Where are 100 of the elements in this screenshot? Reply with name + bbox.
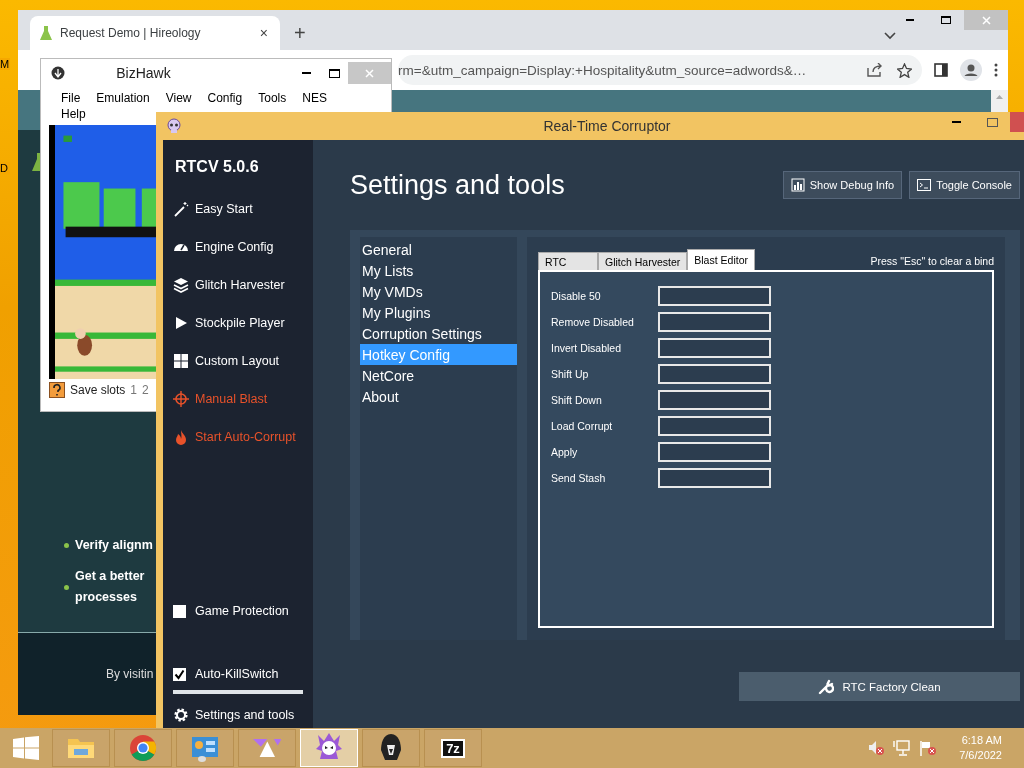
share-icon[interactable] — [867, 63, 883, 77]
minimize-icon — [906, 18, 914, 22]
desktop-icon-label[interactable]: M — [0, 58, 10, 70]
sidebar-item[interactable]: Engine Config — [173, 228, 313, 266]
sidebar-item[interactable]: Glitch Harvester — [173, 266, 313, 304]
menu-item[interactable]: NES — [302, 91, 327, 105]
app-logo-text: 7z — [441, 738, 465, 758]
chart-icon — [790, 178, 805, 192]
layers-icon — [173, 277, 189, 293]
hotkey-label: Send Stash — [551, 472, 607, 484]
app-version: RTCV 5.0.6 — [174, 158, 260, 176]
window-title: Real-Time Corruptor — [542, 118, 672, 134]
input-field[interactable] — [658, 442, 771, 462]
minimize-icon — [301, 71, 311, 75]
tab-title: Request Demo | Hireology — [60, 26, 202, 40]
url-text: rm=&utm_campaign=Display:+Hospitality&utm_source=adwords&… — [398, 62, 808, 78]
triangle-icon — [252, 738, 282, 758]
hotkey-label: Load Corrupt — [551, 420, 614, 432]
hotkey-label: Remove Disabled — [551, 316, 635, 328]
desktop-icon-label[interactable]: D — [0, 162, 10, 174]
checkbox-label: Game Protection — [195, 604, 289, 618]
menu-item[interactable]: Help — [61, 107, 86, 121]
sidebar-item[interactable]: Easy Start — [173, 190, 313, 228]
flask-icon — [40, 25, 52, 41]
bullet-icon — [64, 584, 69, 590]
wand-icon — [173, 201, 189, 217]
bullet-text: Get a better — [75, 568, 145, 585]
maximize-icon — [986, 117, 998, 127]
save-slot[interactable]: 2 — [142, 383, 149, 397]
address-bar[interactable]: rm=&utm_campaign=Display:+Hospitality&utm_source=adwords&… — [398, 55, 922, 85]
sidebar-item[interactable]: Start Auto-Corrupt — [173, 418, 313, 456]
sidebar-item[interactable]: Stockpile Player — [173, 304, 313, 342]
input-field[interactable] — [658, 390, 771, 410]
checkbox[interactable] — [173, 667, 186, 681]
taskbar-app[interactable]: 7z — [424, 729, 482, 767]
flag-icon[interactable] — [919, 740, 938, 756]
grid-icon — [173, 353, 189, 369]
checkbox-label: Auto-KillSwitch — [195, 667, 279, 681]
hotkey-label: Shift Down — [551, 394, 603, 406]
menu-icon[interactable] — [994, 63, 998, 77]
close-button[interactable]: × — [257, 25, 270, 41]
play-icon — [173, 315, 189, 331]
menu-item[interactable]: General — [360, 239, 517, 260]
minimize-icon — [951, 120, 961, 124]
maximize-icon — [941, 16, 951, 24]
header-button[interactable]: Show Debug Info — [782, 171, 903, 199]
menu-item[interactable]: NetCore — [360, 365, 517, 386]
input-field[interactable] — [658, 312, 771, 332]
crosshair-icon — [173, 391, 189, 407]
input-field[interactable] — [658, 364, 771, 384]
input-field[interactable] — [658, 468, 771, 488]
tab[interactable]: Glitch Harvester — [598, 252, 688, 270]
menu-item[interactable]: My Plugins — [360, 302, 517, 323]
menu-item[interactable]: Tools — [258, 91, 287, 105]
menu-item[interactable]: File — [61, 91, 81, 105]
hotkey-label: Invert Disabled — [551, 342, 623, 354]
tab[interactable]: Blast Editor — [687, 249, 755, 270]
menu-item[interactable]: Config — [207, 91, 243, 105]
menu-item[interactable]: View — [165, 91, 192, 105]
hint-text: Press "Esc" to clear a bind — [870, 255, 994, 269]
hotkey-label: Shift Up — [551, 368, 590, 380]
input-field[interactable] — [658, 338, 771, 358]
tab[interactable]: RTC — [538, 252, 598, 270]
speaker-muted-icon[interactable] — [867, 740, 886, 756]
star-icon[interactable] — [897, 62, 912, 78]
save-slot[interactable]: 1 — [130, 383, 138, 397]
flame-icon — [173, 429, 189, 445]
sidebar-item[interactable]: Custom Layout — [173, 342, 313, 380]
header-button[interactable]: Toggle Console — [909, 171, 1020, 199]
menu-item[interactable]: My VMDs — [360, 281, 517, 302]
profile-avatar-icon[interactable] — [960, 59, 982, 81]
app-icon — [51, 66, 65, 80]
console-icon — [917, 178, 932, 192]
input-field[interactable] — [658, 286, 771, 306]
close-icon — [365, 68, 374, 78]
menu-item[interactable]: Emulation — [96, 91, 150, 105]
side-panel-icon[interactable] — [934, 63, 948, 77]
input-field[interactable] — [658, 416, 771, 436]
taskbar-app[interactable] — [362, 729, 420, 767]
page-heading: Settings and tools — [350, 169, 566, 201]
sidebar-item[interactable]: Settings and tools — [173, 702, 313, 728]
settings-icon — [173, 707, 189, 723]
hotkey-label: Apply — [551, 446, 579, 458]
window-title: BizHawk — [115, 65, 172, 81]
menu-item[interactable]: Corruption Settings — [360, 323, 517, 344]
scrollbar[interactable] — [991, 90, 1008, 112]
factory-clean-button[interactable]: RTC Factory Clean — [739, 672, 1020, 701]
hotkey-label: Disable 50 — [551, 290, 602, 302]
menu-item[interactable]: About — [360, 386, 517, 407]
maximize-icon — [328, 68, 340, 78]
browser-tab[interactable]: Request Demo | Hireology × — [30, 16, 280, 50]
sidebar-item[interactable]: Manual Blast — [173, 380, 313, 418]
footer-text: By visitin — [106, 667, 154, 681]
question-block-icon — [49, 382, 65, 398]
chevron-down-icon[interactable] — [884, 32, 896, 40]
menu-item[interactable]: My Lists — [360, 260, 517, 281]
new-tab-button[interactable]: + — [290, 21, 310, 45]
bullet-icon — [64, 543, 69, 548]
status-label: Save slots — [70, 383, 126, 397]
close-icon — [981, 15, 991, 25]
